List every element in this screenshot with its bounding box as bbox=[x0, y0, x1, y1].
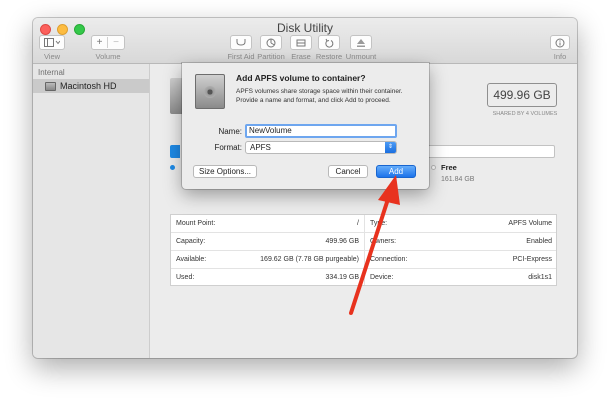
titlebar: Disk Utility View + − Volume First Aid P… bbox=[33, 18, 577, 64]
connection-label: Connection: bbox=[370, 256, 408, 263]
connection-value: PCI-Express bbox=[512, 256, 552, 263]
erase-icon bbox=[296, 39, 306, 46]
first-aid-label: First Aid bbox=[227, 52, 255, 61]
restore-icon bbox=[325, 38, 334, 48]
info-label: Info bbox=[553, 52, 567, 61]
capacity-label: Capacity: bbox=[176, 238, 206, 245]
disk-platter bbox=[204, 86, 216, 98]
mount-point-value: / bbox=[357, 220, 359, 227]
mount-point-label: Mount Point: bbox=[176, 220, 216, 227]
device-label: Device: bbox=[370, 274, 394, 281]
usage-bar-free bbox=[428, 145, 555, 158]
unmount-label: Unmount bbox=[345, 52, 377, 61]
sidebar-item-macintosh-hd[interactable]: Macintosh HD bbox=[33, 79, 149, 93]
partition-label: Partition bbox=[257, 52, 285, 61]
hard-disk-icon bbox=[195, 74, 225, 109]
partition-button[interactable] bbox=[260, 35, 282, 50]
erase-button[interactable] bbox=[290, 35, 312, 50]
sidebar-section-internal: Internal bbox=[38, 68, 65, 77]
add-button[interactable]: Add bbox=[376, 165, 416, 178]
updown-chevron-icon: ⇕ bbox=[385, 142, 396, 153]
used-label: Used: bbox=[176, 274, 195, 281]
first-aid-button[interactable] bbox=[230, 35, 252, 50]
stethoscope-icon bbox=[236, 39, 246, 46]
remove-volume-icon[interactable]: − bbox=[108, 37, 124, 48]
format-select-value: APFS bbox=[250, 143, 271, 152]
window-title: Disk Utility bbox=[277, 21, 333, 35]
used-value: 334.19 GB bbox=[325, 274, 359, 281]
device-value: disk1s1 bbox=[528, 274, 552, 281]
dialog-description: APFS volumes share storage space within … bbox=[236, 88, 403, 104]
sidebar: Internal Macintosh HD bbox=[33, 64, 150, 358]
format-label: Format: bbox=[214, 143, 242, 152]
cancel-button[interactable]: Cancel bbox=[328, 165, 368, 178]
unmount-button[interactable] bbox=[350, 35, 372, 50]
partition-icon bbox=[266, 38, 276, 47]
type-label: Type: bbox=[370, 220, 388, 227]
info-table: Mount Point: / Capacity: 499.96 GB Avail… bbox=[170, 214, 557, 286]
add-volume-icon[interactable]: + bbox=[92, 37, 109, 48]
erase-label: Erase bbox=[291, 52, 311, 61]
shared-by-label: SHARED BY 4 VOLUMES bbox=[492, 111, 558, 117]
free-label: Free bbox=[441, 163, 457, 172]
volume-name-input[interactable]: NewVolume bbox=[245, 124, 397, 138]
owners-value: Enabled bbox=[526, 238, 552, 245]
sidebar-toggle-icon bbox=[44, 38, 60, 47]
sidebar-item-label: Macintosh HD bbox=[60, 81, 117, 91]
capacity-value: 499.96 GB bbox=[325, 238, 359, 245]
restore-label: Restore bbox=[315, 52, 343, 61]
available-label: Available: bbox=[176, 256, 207, 263]
capacity-display: 499.96 GB bbox=[487, 83, 557, 107]
used-legend-dot bbox=[170, 165, 175, 170]
info-icon bbox=[555, 38, 565, 47]
format-select[interactable]: APFS ⇕ bbox=[245, 141, 397, 154]
free-value: 161.84 GB bbox=[441, 176, 475, 183]
size-options-button[interactable]: Size Options... bbox=[193, 165, 257, 178]
eject-icon bbox=[357, 38, 365, 47]
name-label: Name: bbox=[218, 127, 242, 136]
usage-bar-used bbox=[170, 145, 180, 158]
free-legend-dot bbox=[431, 165, 436, 170]
type-value: APFS Volume bbox=[508, 220, 552, 227]
add-apfs-volume-sheet: Add APFS volume to container? APFS volum… bbox=[182, 63, 429, 189]
view-label: View bbox=[43, 52, 61, 61]
hard-disk-icon bbox=[45, 81, 56, 91]
owners-label: Owners: bbox=[370, 238, 397, 245]
add-remove-volume-control[interactable]: + − bbox=[91, 35, 125, 50]
restore-button[interactable] bbox=[318, 35, 340, 50]
view-button[interactable] bbox=[39, 35, 65, 50]
dialog-title: Add APFS volume to container? bbox=[236, 73, 366, 83]
info-button[interactable] bbox=[550, 35, 570, 50]
volume-label: Volume bbox=[95, 52, 121, 61]
available-value: 169.62 GB (7.78 GB purgeable) bbox=[260, 256, 359, 263]
